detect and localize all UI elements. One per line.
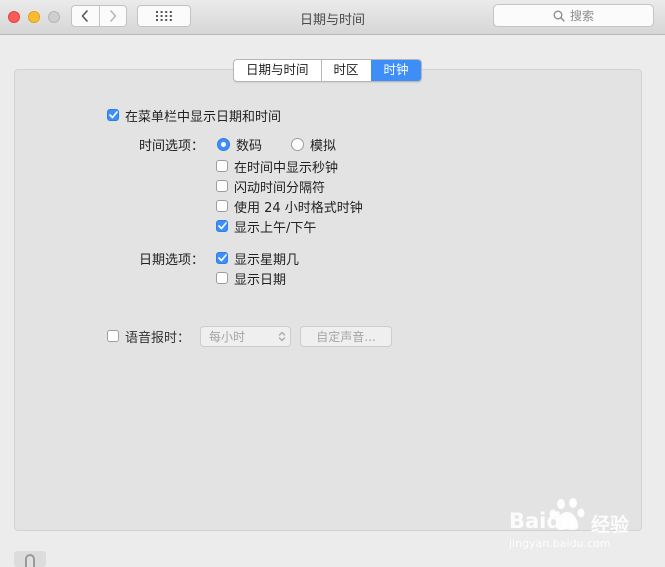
- use-24h-row[interactable]: 使用 24 小时格式时钟: [216, 197, 363, 216]
- show-in-menubar-label: 在菜单栏中显示日期和时间: [125, 109, 282, 125]
- search-placeholder: 搜索: [569, 9, 594, 23]
- checkmark-icon: [108, 111, 118, 119]
- search-field[interactable]: 搜索: [493, 4, 654, 27]
- analog-label: 模拟: [310, 138, 337, 154]
- show-seconds-label: 在时间中显示秒钟: [234, 160, 339, 176]
- show-ampm-label: 显示上午/下午: [234, 220, 317, 236]
- title-bar: 日期与时间 搜索: [0, 0, 665, 35]
- watermark-brand: Baidu: [509, 509, 577, 533]
- flash-separators-row[interactable]: 闪动时间分隔符: [216, 177, 326, 196]
- flash-separators-label: 闪动时间分隔符: [234, 180, 326, 196]
- digital-label: 数码: [236, 138, 263, 154]
- flash-separators-checkbox[interactable]: [216, 180, 228, 192]
- analog-radio-row[interactable]: 模拟: [291, 135, 337, 154]
- tab-time-zone[interactable]: 时区: [320, 60, 371, 81]
- show-ampm-row[interactable]: 显示上午/下午: [216, 217, 317, 236]
- window: 日期与时间 搜索 日期与时间 时区 时钟 在菜单栏中显示日期和时间 时间选项： …: [0, 0, 665, 567]
- show-seconds-checkbox[interactable]: [216, 160, 228, 172]
- search-icon: [553, 10, 565, 22]
- digital-radio[interactable]: [217, 137, 230, 151]
- show-date-row[interactable]: 显示日期: [216, 269, 287, 288]
- announce-label: 语音报时：: [125, 330, 191, 346]
- time-options-label: 时间选项：: [138, 139, 204, 154]
- analog-radio[interactable]: [291, 137, 304, 151]
- show-weekday-checkbox[interactable]: [216, 252, 228, 264]
- announce-interval-value: 每小时: [209, 330, 246, 344]
- show-in-menubar-row[interactable]: 在菜单栏中显示日期和时间: [107, 106, 282, 125]
- show-weekday-label: 显示星期几: [234, 252, 300, 268]
- announce-checkbox[interactable]: [107, 330, 119, 342]
- digital-radio-row[interactable]: 数码: [217, 135, 263, 154]
- customize-voice-button[interactable]: 自定声音...: [300, 326, 392, 347]
- watermark-site: jingyan.baidu.com: [509, 537, 611, 550]
- baidu-jingyan-watermark: Baidu 经验 jingyan.baidu.com: [505, 495, 655, 555]
- lock-icon[interactable]: [14, 551, 46, 567]
- tab-date-time[interactable]: 日期与时间: [234, 60, 321, 81]
- updown-arrows-icon: [278, 331, 286, 342]
- use-24h-checkbox[interactable]: [216, 200, 228, 212]
- tab-bar: 日期与时间 时区 时钟: [233, 59, 422, 82]
- show-date-label: 显示日期: [234, 272, 287, 288]
- date-options-label: 日期选项：: [138, 253, 204, 268]
- announce-interval-popup[interactable]: 每小时: [200, 326, 291, 347]
- use-24h-label: 使用 24 小时格式时钟: [234, 200, 363, 216]
- show-date-checkbox[interactable]: [216, 272, 228, 284]
- show-weekday-row[interactable]: 显示星期几: [216, 249, 300, 268]
- show-seconds-row[interactable]: 在时间中显示秒钟: [216, 157, 339, 176]
- tab-clock[interactable]: 时钟: [370, 60, 421, 81]
- show-ampm-checkbox[interactable]: [216, 220, 228, 232]
- watermark-brand-cn: 经验: [591, 514, 630, 536]
- announce-row[interactable]: 语音报时：: [107, 327, 191, 346]
- checkmark-icon: [217, 254, 227, 262]
- checkmark-icon: [217, 222, 227, 230]
- show-in-menubar-checkbox[interactable]: [107, 109, 119, 121]
